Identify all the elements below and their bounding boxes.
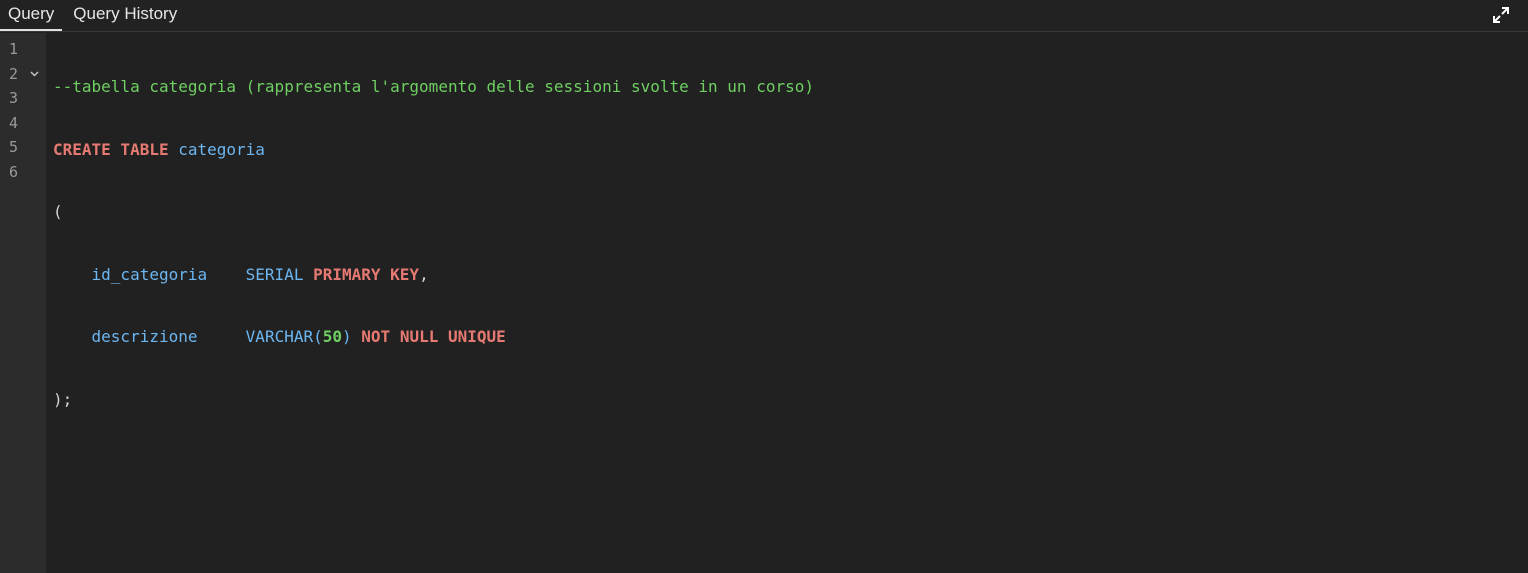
sql-keyword: CREATE TABLE	[53, 139, 169, 159]
fold-chevron-icon[interactable]	[30, 71, 39, 77]
line-number: 6	[9, 162, 19, 181]
type-length: 50	[322, 327, 342, 347]
close-paren: )	[342, 327, 352, 347]
line-gutter: 1 2 3 4 5 6	[0, 33, 46, 573]
tab-query[interactable]: Query	[0, 0, 63, 31]
column-name: id_categoria	[91, 264, 208, 284]
line-number: 5	[9, 138, 19, 157]
comma: ,	[419, 264, 429, 284]
line-number: 2	[0, 62, 46, 87]
column-name: descrizione	[91, 327, 198, 347]
code-line: CREATE TABLE categoria	[53, 138, 1528, 163]
code-line: --tabella categoria (rappresenta l'argom…	[53, 75, 1528, 100]
code-area[interactable]: --tabella categoria (rappresenta l'argom…	[46, 33, 1528, 573]
sql-editor[interactable]: 1 2 3 4 5 6 --tabella categoria (rappres…	[0, 33, 1528, 573]
line-number: 3	[9, 89, 19, 108]
code-line: );	[53, 388, 1528, 413]
column-type: VARCHAR(	[245, 327, 323, 347]
open-paren: (	[53, 202, 63, 222]
code-line: descrizione VARCHAR(50) NOT NULL UNIQUE	[53, 325, 1528, 350]
sql-keyword: PRIMARY KEY	[313, 264, 420, 284]
statement-end: );	[53, 389, 73, 409]
table-name: categoria	[178, 139, 265, 159]
column-type: SERIAL	[245, 264, 304, 284]
spacing	[198, 327, 246, 346]
line-number: 4	[9, 113, 19, 132]
code-line: (	[53, 200, 1528, 225]
line-number: 1	[9, 40, 19, 58]
sql-keyword: NOT NULL UNIQUE	[361, 327, 506, 347]
sql-comment: --tabella categoria (rappresenta l'argom…	[53, 77, 814, 96]
tab-bar: Query Query History	[0, 0, 1528, 32]
spacing	[207, 265, 246, 284]
code-line: id_categoria SERIAL PRIMARY KEY,	[53, 263, 1528, 288]
expand-icon[interactable]	[1492, 6, 1510, 24]
tab-query-history[interactable]: Query History	[65, 0, 185, 31]
